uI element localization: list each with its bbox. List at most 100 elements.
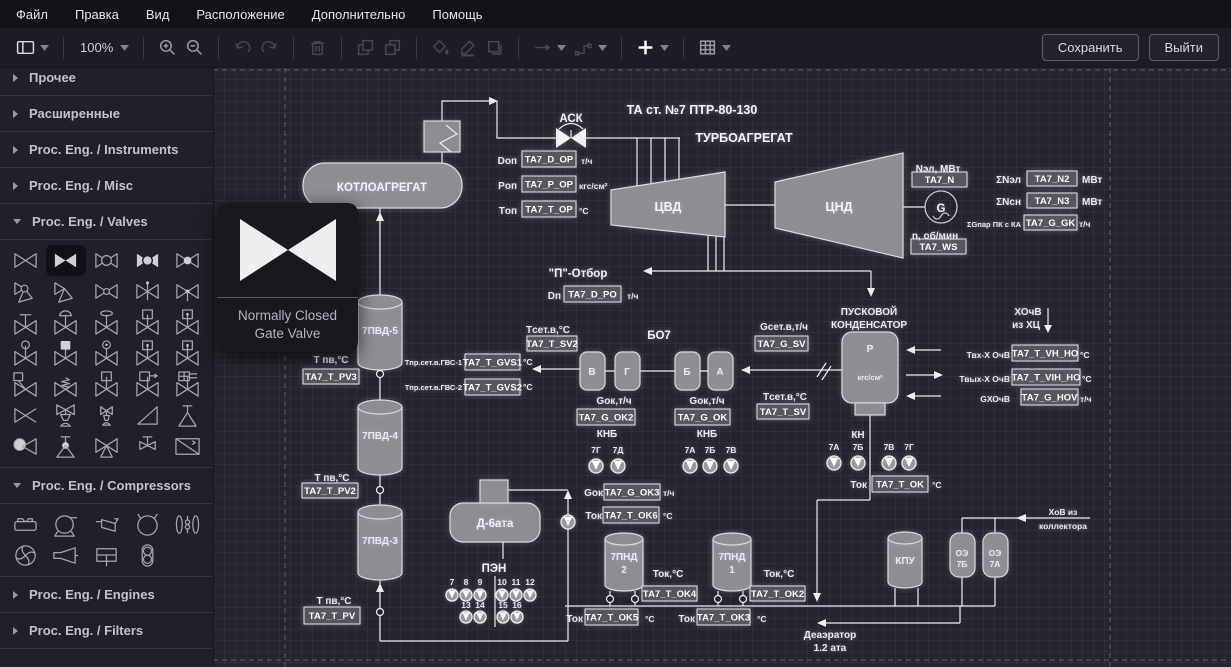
- pump-icon[interactable]: [561, 515, 575, 529]
- diagram-label[interactable]: Т пв,°С: [316, 596, 351, 607]
- diagram-label[interactable]: 7ПВД-4: [362, 431, 398, 442]
- diagram-label[interactable]: °С: [1080, 350, 1090, 360]
- diagram-label[interactable]: Ток: [850, 480, 868, 491]
- menu-item-вид[interactable]: Вид: [146, 7, 170, 22]
- pump-icon[interactable]: [474, 611, 486, 623]
- diagram-label[interactable]: °С: [645, 614, 655, 624]
- palette-section-прочее[interactable]: Прочее: [0, 68, 213, 96]
- diagram-label[interactable]: из ХЦ: [1012, 320, 1041, 331]
- diagram-label[interactable]: КОТЛОАГРЕГАТ: [337, 182, 427, 194]
- menu-item-дополнительно[interactable]: Дополнительно: [312, 7, 406, 22]
- insert-button[interactable]: [632, 35, 673, 60]
- diagram-label[interactable]: ЦВД: [655, 200, 682, 214]
- diagram-label[interactable]: Gсет.в,т/ч: [760, 322, 808, 333]
- diagram-label[interactable]: 16: [512, 600, 522, 610]
- shape-stem-valve[interactable]: [167, 276, 208, 307]
- diagram-label[interactable]: Т пв,°С: [313, 355, 348, 366]
- diagram-label[interactable]: ΣNсн: [996, 197, 1021, 208]
- diagram-label[interactable]: 15: [498, 600, 508, 610]
- diagram-label[interactable]: т/ч: [663, 488, 675, 498]
- diagram-label[interactable]: 8: [464, 577, 469, 587]
- shape-relief-valve[interactable]: [46, 400, 87, 431]
- diagram-label[interactable]: 7ПНД: [610, 552, 637, 563]
- pump-icon[interactable]: [827, 456, 841, 470]
- zoom-in-button[interactable]: [154, 35, 181, 60]
- diagram-label[interactable]: КПУ: [895, 556, 915, 567]
- diagram-label[interactable]: 7А: [685, 445, 696, 455]
- menu-item-правка[interactable]: Правка: [75, 7, 119, 22]
- shape-small-stem-valve[interactable]: [127, 431, 168, 462]
- shape-side-actuator-valve[interactable]: [5, 369, 46, 400]
- diagram-label[interactable]: ОЭ: [956, 548, 969, 558]
- delete-button[interactable]: [304, 35, 331, 60]
- diagram-label[interactable]: 7В: [884, 442, 895, 452]
- palette-section-proc-eng-valves[interactable]: Proc. Eng. / Valves: [0, 204, 213, 240]
- diagram-label[interactable]: Деаэратор: [804, 630, 857, 641]
- diagram-label[interactable]: 10: [497, 577, 507, 587]
- shape-ball-valve[interactable]: [167, 245, 208, 276]
- shape-manual-gate-valve[interactable]: [5, 307, 46, 338]
- diagram-label[interactable]: МВт: [1082, 197, 1102, 208]
- pump-icon[interactable]: [446, 589, 458, 601]
- diagram-label[interactable]: 7Б: [853, 442, 864, 452]
- diagram-label[interactable]: Р: [867, 344, 874, 355]
- diagram-label[interactable]: КНБ: [697, 429, 718, 440]
- diagram-label[interactable]: Ток: [585, 511, 603, 522]
- shape-solenoid-valve[interactable]: [46, 338, 87, 369]
- palette-section-proc-eng-misc[interactable]: Proc. Eng. / Misc: [0, 168, 213, 204]
- shape-float-valve-2[interactable]: [46, 431, 87, 462]
- diagram-label[interactable]: коллектора: [1039, 521, 1087, 531]
- diagram-label[interactable]: Dоп: [498, 156, 517, 167]
- diagram-label[interactable]: Т пв,°С: [314, 473, 349, 484]
- pump-icon[interactable]: [724, 459, 738, 473]
- diagram-label[interactable]: Dп: [548, 291, 561, 302]
- shape-two-stage-compressor[interactable]: [127, 540, 168, 571]
- shape-float-operated-valve[interactable]: [5, 338, 46, 369]
- diagram-label[interactable]: 12: [525, 577, 535, 587]
- shape-normally-closed-gate-valve[interactable]: [46, 245, 87, 276]
- diagram-canvas[interactable]: В Г Б А: [213, 68, 1231, 667]
- diagram-label[interactable]: ОЭ: [989, 548, 1002, 558]
- palette-section-proc-eng-compressors[interactable]: Proc. Eng. / Compressors: [0, 468, 213, 504]
- diagram-label[interactable]: °С: [757, 614, 767, 624]
- diagram-label[interactable]: т/ч: [1079, 219, 1091, 229]
- diagram-label[interactable]: Ток: [566, 614, 584, 625]
- shape-hydraulic-valve[interactable]: [127, 338, 168, 369]
- table-button[interactable]: [694, 35, 735, 60]
- palette-section-расширенные[interactable]: Расширенные: [0, 96, 213, 132]
- diagram-label[interactable]: ТУРБОАГРЕГАТ: [695, 131, 793, 145]
- diagram-label[interactable]: 1: [729, 565, 735, 576]
- shape-spring-gate-valve[interactable]: [46, 369, 87, 400]
- shape-angle-valve[interactable]: [46, 276, 87, 307]
- diagram-label[interactable]: 9: [478, 577, 483, 587]
- diagram-label[interactable]: МВт: [1082, 175, 1102, 186]
- shape-relief-valve-small[interactable]: [86, 400, 127, 431]
- pump-icon[interactable]: [589, 459, 603, 473]
- diagram-label[interactable]: Tсет.в,°С: [526, 325, 570, 336]
- pump-icon[interactable]: [611, 459, 625, 473]
- diagram-label[interactable]: Gок,т/ч: [596, 396, 631, 407]
- pump-icon[interactable]: [703, 459, 717, 473]
- shape-signal-valve[interactable]: [127, 369, 168, 400]
- pump-icon[interactable]: [683, 459, 697, 473]
- save-button[interactable]: Сохранить: [1042, 34, 1139, 61]
- diagram-label[interactable]: °С: [523, 357, 533, 367]
- diagram-label[interactable]: 7Б: [705, 445, 716, 455]
- diagram-label[interactable]: ПЭН: [482, 563, 507, 575]
- diagram-label[interactable]: т/ч: [581, 156, 593, 166]
- to-back-button[interactable]: [379, 35, 406, 60]
- ask-valve-icon[interactable]: [571, 128, 586, 148]
- diagram-label[interactable]: °С: [663, 511, 673, 521]
- shape-angle-globe-valve[interactable]: [5, 276, 46, 307]
- fill-color-button[interactable]: [427, 35, 454, 60]
- diagram-label[interactable]: 14: [475, 600, 485, 610]
- diagram-label[interactable]: ТА ст. №7 ПТР-80-130: [627, 103, 758, 117]
- diagram-label[interactable]: 7ПВД-5: [362, 326, 398, 337]
- diagram-label[interactable]: Gок,т/ч: [689, 396, 724, 407]
- diagram-label[interactable]: n, об/мин: [912, 230, 958, 242]
- connection-button[interactable]: [529, 35, 570, 60]
- shape-ejector[interactable]: [46, 540, 87, 571]
- shape-roots-blower[interactable]: [86, 540, 127, 571]
- page-view-button[interactable]: [12, 35, 53, 60]
- redo-button[interactable]: [256, 35, 283, 60]
